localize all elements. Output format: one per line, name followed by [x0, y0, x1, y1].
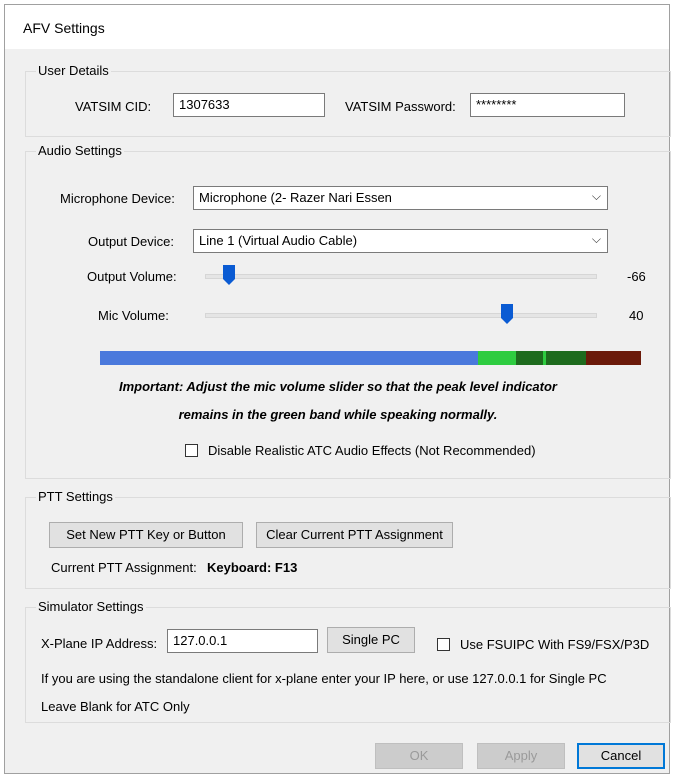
meter-dark-green-segment [546, 351, 586, 365]
peak-level-meter [100, 351, 641, 365]
output-volume-label: Output Volume: [87, 269, 177, 284]
microphone-device-select[interactable]: Microphone (2- Razer Nari Essen ⌵ [193, 186, 608, 210]
output-device-value: Line 1 (Virtual Audio Cable) [199, 233, 358, 248]
mic-volume-slider[interactable] [205, 304, 597, 324]
current-ptt-label: Current PTT Assignment: [51, 560, 197, 575]
cancel-button[interactable]: Cancel [577, 743, 665, 769]
mic-volume-label: Mic Volume: [98, 308, 169, 323]
microphone-device-value: Microphone (2- Razer Nari Essen [199, 190, 392, 205]
xplane-help-text: If you are using the standalone client f… [41, 671, 607, 686]
output-volume-value: -66 [627, 269, 646, 284]
output-volume-track [205, 274, 597, 279]
microphone-device-label: Microphone Device: [60, 191, 175, 206]
set-ptt-button[interactable]: Set New PTT Key or Button [49, 522, 243, 548]
fsuipc-label: Use FSUIPC With FS9/FSX/P3D [460, 637, 650, 652]
ptt-settings-group-label: PTT Settings [36, 489, 115, 504]
vatsim-cid-input[interactable]: 1307633 [173, 93, 325, 117]
meter-red-segment [586, 351, 641, 365]
simulator-settings-group-label: Simulator Settings [36, 599, 146, 614]
ok-button[interactable]: OK [375, 743, 463, 769]
xplane-ip-label: X-Plane IP Address: [41, 636, 158, 651]
disable-effects-label: Disable Realistic ATC Audio Effects (Not… [208, 443, 536, 458]
meter-dark-green-segment [516, 351, 543, 365]
mic-volume-track [205, 313, 597, 318]
user-details-group-label: User Details [36, 63, 111, 78]
afv-settings-window: AFV Settings User Details VATSIM CID: 13… [4, 4, 671, 774]
window-title: AFV Settings [23, 20, 105, 36]
vatsim-password-label: VATSIM Password: [345, 99, 456, 114]
title-bar: AFV Settings [5, 5, 669, 49]
important-note-line-1: Important: Adjust the mic volume slider … [119, 379, 557, 394]
single-pc-button[interactable]: Single PC [327, 627, 415, 653]
mic-volume-thumb[interactable] [500, 304, 513, 324]
atc-only-help-text: Leave Blank for ATC Only [41, 699, 190, 714]
disable-effects-checkbox[interactable] [185, 444, 198, 457]
vatsim-password-input[interactable]: ******** [470, 93, 625, 117]
fsuipc-checkbox[interactable] [437, 638, 450, 651]
output-device-label: Output Device: [88, 234, 174, 249]
audio-settings-group-label: Audio Settings [36, 143, 124, 158]
chevron-down-icon: ⌵ [591, 232, 601, 246]
clear-ptt-button[interactable]: Clear Current PTT Assignment [256, 522, 453, 548]
output-volume-thumb[interactable] [222, 265, 235, 285]
mic-volume-value: 40 [629, 308, 644, 323]
chevron-down-icon: ⌵ [591, 189, 601, 203]
vatsim-cid-label: VATSIM CID: [75, 99, 152, 114]
apply-button[interactable]: Apply [477, 743, 565, 769]
output-device-select[interactable]: Line 1 (Virtual Audio Cable) ⌵ [193, 229, 608, 253]
important-note-line-2: remains in the green band while speaking… [178, 407, 498, 422]
meter-green-segment [478, 351, 516, 365]
output-volume-slider[interactable] [205, 265, 597, 285]
meter-level-segment [100, 351, 478, 365]
current-ptt-value: Keyboard: F13 [207, 560, 298, 575]
xplane-ip-input[interactable]: 127.0.0.1 [167, 629, 318, 653]
